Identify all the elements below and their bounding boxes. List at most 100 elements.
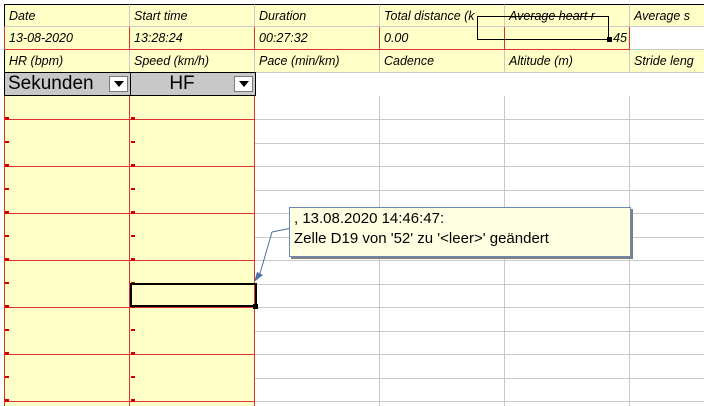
- filter-value: Sekunden: [8, 73, 94, 94]
- grid-cell[interactable]: [505, 307, 630, 332]
- cell-value-date[interactable]: 13-08-2020: [4, 27, 130, 50]
- grid-cell[interactable]: [255, 96, 380, 120]
- cell-value-start-time[interactable]: 13:28:24: [130, 27, 255, 50]
- grid-cell[interactable]: [4, 190, 130, 214]
- grid-cell[interactable]: [4, 237, 130, 261]
- grid-cell[interactable]: [130, 143, 255, 167]
- grid-cell[interactable]: [130, 401, 255, 406]
- grid-cell[interactable]: [380, 119, 505, 144]
- grid-cell[interactable]: [4, 354, 130, 379]
- grid-cell[interactable]: [380, 401, 505, 406]
- cell-header-average-speed[interactable]: Average s: [630, 4, 704, 27]
- grid-cell[interactable]: [255, 378, 380, 402]
- cell-header-duration[interactable]: Duration: [255, 4, 380, 27]
- cell-header-hr[interactable]: HR (bpm): [4, 50, 130, 73]
- cell-text: Cadence: [384, 54, 435, 68]
- cell-header-altitude[interactable]: Altitude (m): [505, 50, 630, 73]
- grid-cell[interactable]: [130, 119, 255, 144]
- grid-cell[interactable]: [630, 214, 704, 238]
- grid-cell[interactable]: [130, 190, 255, 214]
- selected-range-header[interactable]: [477, 16, 609, 40]
- grid-cell[interactable]: [4, 96, 130, 120]
- grid-cell[interactable]: [505, 354, 630, 379]
- grid-cell[interactable]: [130, 166, 255, 191]
- fill-handle[interactable]: [607, 37, 612, 42]
- grid-cell[interactable]: [130, 213, 255, 238]
- grid-cell[interactable]: [380, 96, 505, 120]
- grid-cell[interactable]: [505, 378, 630, 402]
- grid-cell[interactable]: [4, 378, 130, 402]
- grid-cell[interactable]: [255, 307, 380, 332]
- cell-header-pace[interactable]: Pace (min/km): [255, 50, 380, 73]
- grid-cell[interactable]: [505, 401, 630, 406]
- grid-cell[interactable]: [630, 402, 704, 406]
- grid-cell[interactable]: [505, 260, 630, 285]
- grid-cell[interactable]: [4, 166, 130, 191]
- fill-handle[interactable]: [253, 304, 258, 309]
- cell-value-average-speed[interactable]: [630, 27, 704, 50]
- grid-cell[interactable]: [380, 166, 505, 191]
- grid-cell[interactable]: [255, 166, 380, 191]
- grid-cell[interactable]: [630, 190, 704, 214]
- grid-cell[interactable]: [4, 119, 130, 144]
- grid-cell[interactable]: [380, 354, 505, 379]
- grid-cell[interactable]: [130, 237, 255, 261]
- grid-cell[interactable]: [630, 308, 704, 332]
- grid-cell[interactable]: [4, 401, 130, 406]
- grid-cell[interactable]: [505, 331, 630, 355]
- grid-cell[interactable]: [130, 378, 255, 402]
- grid-cell[interactable]: [130, 260, 255, 285]
- grid-cell[interactable]: [380, 260, 505, 285]
- cell-header-start-time[interactable]: Start time: [130, 4, 255, 27]
- grid-cell[interactable]: [630, 261, 704, 285]
- grid-cell[interactable]: [4, 307, 130, 332]
- grid-cell[interactable]: [4, 331, 130, 355]
- selected-cell[interactable]: [130, 283, 257, 307]
- grid-cell[interactable]: [380, 378, 505, 402]
- dropdown-arrow-icon[interactable]: [234, 76, 253, 92]
- grid-cell[interactable]: [380, 331, 505, 355]
- grid-cell[interactable]: [255, 119, 380, 144]
- grid-cell[interactable]: [630, 120, 704, 144]
- cell-header-stride-length[interactable]: Stride leng: [630, 50, 704, 73]
- grid-cell[interactable]: [630, 143, 704, 167]
- grid-cell[interactable]: [505, 96, 630, 120]
- grid-cell[interactable]: [255, 401, 380, 406]
- grid-cell[interactable]: [255, 331, 380, 355]
- grid-cell[interactable]: [505, 143, 630, 167]
- cell-text: Duration: [259, 9, 307, 23]
- comment-line-2: Zelle D19 von '52' zu '<leer>' geändert: [294, 230, 549, 247]
- grid-cell[interactable]: [630, 284, 704, 308]
- cell-header-speed[interactable]: Speed (km/h): [130, 50, 255, 73]
- grid-cell[interactable]: [255, 143, 380, 167]
- grid-cell[interactable]: [4, 284, 130, 308]
- grid-cell[interactable]: [4, 143, 130, 167]
- grid-cell[interactable]: [630, 331, 704, 355]
- grid-cell[interactable]: [130, 331, 255, 355]
- grid-cell[interactable]: [380, 284, 505, 308]
- cell-value-duration[interactable]: 00:27:32: [255, 27, 380, 50]
- grid-cell[interactable]: [505, 166, 630, 191]
- cell-header-cadence[interactable]: Cadence: [380, 50, 505, 73]
- grid-cell[interactable]: [630, 96, 704, 120]
- grid-cell[interactable]: [505, 119, 630, 144]
- dropdown-arrow-icon[interactable]: [109, 76, 128, 92]
- grid-cell[interactable]: [130, 354, 255, 379]
- grid-cell[interactable]: [4, 213, 130, 238]
- grid-cell[interactable]: [255, 354, 380, 379]
- grid-cell[interactable]: [630, 378, 704, 402]
- cell-text: 13:28:24: [134, 31, 183, 45]
- grid-cell[interactable]: [380, 143, 505, 167]
- grid-cell[interactable]: [630, 167, 704, 191]
- filter-dropdown-sekunden[interactable]: Sekunden: [4, 72, 131, 96]
- grid-cell[interactable]: [130, 307, 255, 332]
- grid-cell[interactable]: [4, 260, 130, 285]
- grid-cell[interactable]: [380, 307, 505, 332]
- grid-cell[interactable]: [130, 96, 255, 120]
- grid-cell[interactable]: [630, 237, 704, 261]
- grid-cell[interactable]: [630, 355, 704, 379]
- filter-dropdown-hf[interactable]: HF: [130, 72, 256, 96]
- cell-header-date[interactable]: Date: [4, 4, 130, 27]
- grid-cell[interactable]: [505, 284, 630, 308]
- grid-cell[interactable]: [255, 284, 380, 308]
